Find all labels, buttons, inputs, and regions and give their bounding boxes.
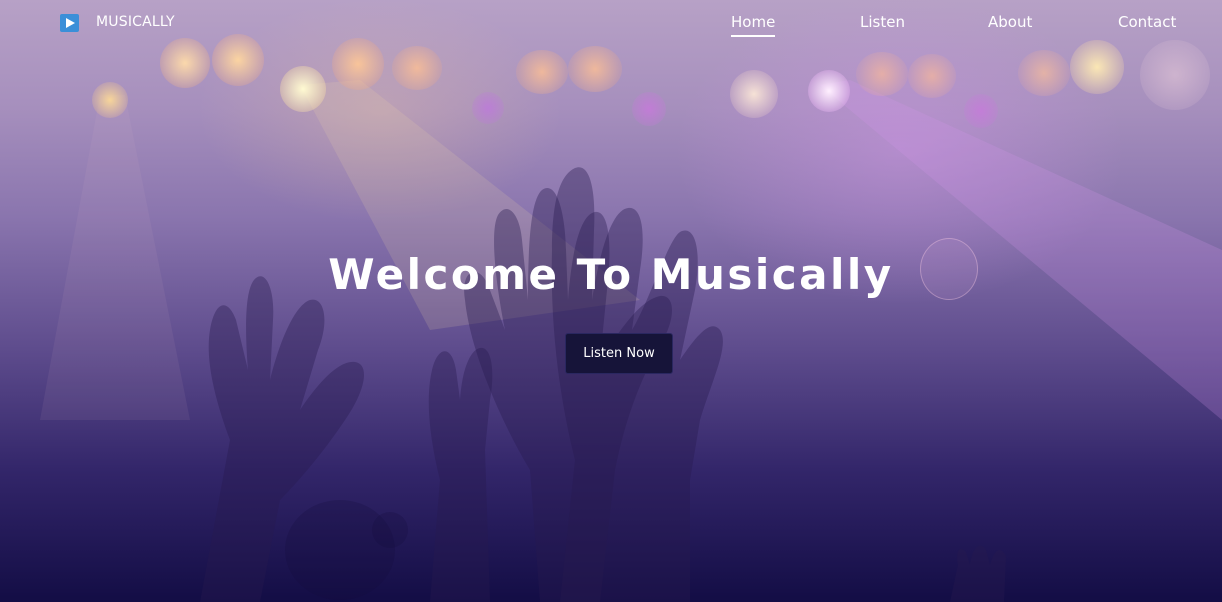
nav-link-about[interactable]: About xyxy=(988,13,1032,31)
brand-name[interactable]: MUSICALLY xyxy=(96,14,175,30)
hero-headline: Welcome To Musically xyxy=(328,250,894,299)
nav-link-home[interactable]: Home xyxy=(731,13,776,37)
play-icon[interactable] xyxy=(60,14,79,32)
hero-section xyxy=(0,0,1222,602)
listen-now-button[interactable]: Listen Now xyxy=(565,333,673,374)
nav-link-contact[interactable]: Contact xyxy=(1118,13,1176,31)
nav-link-listen[interactable]: Listen xyxy=(860,13,905,31)
top-navbar: MUSICALLY Home Listen About Contact xyxy=(0,0,1222,46)
crowd-hands-silhouette xyxy=(200,167,1006,602)
